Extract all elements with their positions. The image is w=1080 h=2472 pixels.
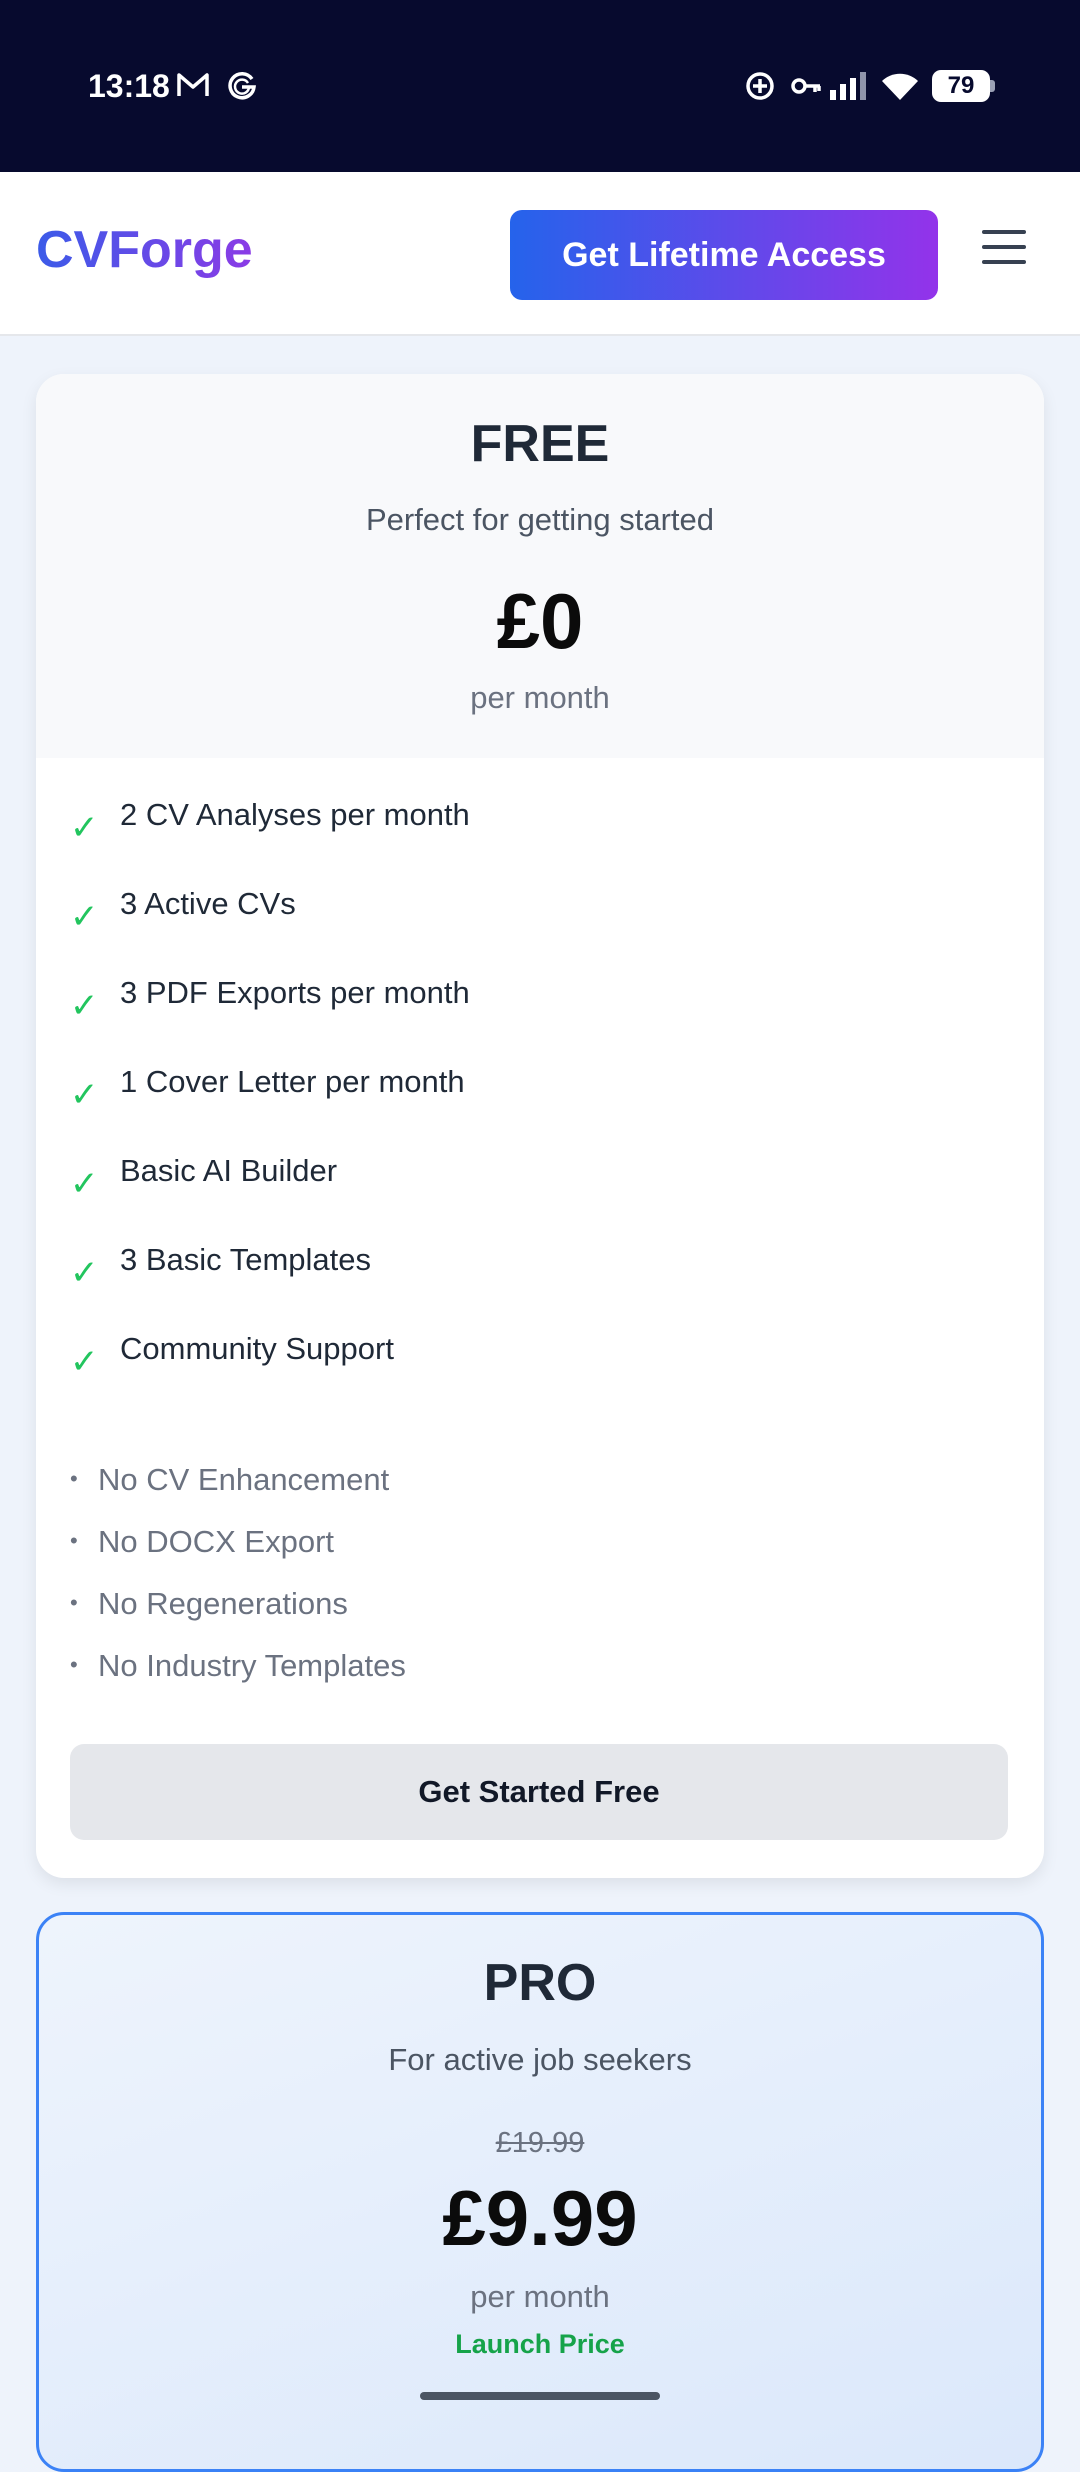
original-price: £19.99: [495, 2127, 585, 2159]
bullet-icon: •: [70, 1466, 78, 1491]
plan-period: per month: [470, 2279, 610, 2314]
feature-item: ✓ 1 Cover Letter per month: [70, 1064, 465, 1114]
signal-icon: [828, 70, 868, 107]
bullet-icon: •: [70, 1528, 78, 1553]
limitation-item: • No CV Enhancement: [70, 1462, 390, 1497]
feature-item: ✓ 3 Active CVs: [70, 886, 296, 936]
check-icon: ✓: [70, 809, 99, 847]
limitation-item: • No Regenerations: [70, 1586, 348, 1621]
check-icon: ✓: [70, 987, 99, 1025]
plan-price: £0: [496, 577, 584, 665]
battery-cap: [990, 80, 995, 92]
plan-subtitle: For active job seekers: [388, 2042, 692, 2077]
status-bar: 13:18 79: [0, 0, 1080, 172]
gmail-icon: [176, 70, 210, 105]
launch-price-badge: Launch Price: [455, 2329, 625, 2359]
plan-name: FREE: [470, 415, 610, 473]
feature-item: ✓ 3 PDF Exports per month: [70, 975, 470, 1025]
hamburger-menu-icon[interactable]: [978, 228, 1030, 276]
feature-item: ✓ Community Support: [70, 1331, 394, 1381]
google-icon: [226, 70, 258, 107]
check-icon: ✓: [70, 1165, 99, 1203]
pro-plan-card: PRO For active job seekers £19.99 £9.99 …: [36, 1912, 1044, 2472]
cvforge-logo[interactable]: CVForge: [36, 220, 253, 280]
check-icon: ✓: [70, 898, 99, 936]
get-lifetime-access-button[interactable]: Get Lifetime Access: [510, 210, 938, 300]
check-icon: ✓: [70, 1076, 99, 1114]
plan-subtitle: Perfect for getting started: [365, 502, 715, 537]
status-time: 13:18: [88, 68, 170, 104]
limitation-item: • No Industry Templates: [70, 1648, 406, 1683]
feature-item: ✓ Basic AI Builder: [70, 1153, 338, 1203]
sync-icon: [744, 70, 776, 107]
check-icon: ✓: [70, 1343, 99, 1381]
check-icon: ✓: [70, 1254, 99, 1292]
plan-name: PRO: [483, 1954, 597, 2012]
free-plan-card: FREE Perfect for getting started £0 per …: [36, 374, 1044, 1878]
wifi-icon: [880, 70, 920, 107]
feature-item: ✓ 2 CV Analyses per month: [70, 797, 470, 847]
plan-period: per month: [470, 680, 610, 715]
key-icon: [790, 70, 822, 107]
feature-item: ✓ 3 Basic Templates: [70, 1242, 371, 1292]
bullet-icon: •: [70, 1652, 78, 1677]
plan-price: £9.99: [442, 2174, 638, 2262]
home-indicator[interactable]: [420, 2392, 660, 2400]
free-plan-header: FREE Perfect for getting started £0 per …: [36, 374, 1044, 758]
app-header: CVForge Get Lifetime Access: [0, 172, 1080, 336]
bullet-icon: •: [70, 1590, 78, 1615]
get-started-free-button[interactable]: Get Started Free: [70, 1744, 1008, 1840]
limitation-item: • No DOCX Export: [70, 1524, 335, 1559]
battery-icon: 79: [932, 70, 990, 102]
